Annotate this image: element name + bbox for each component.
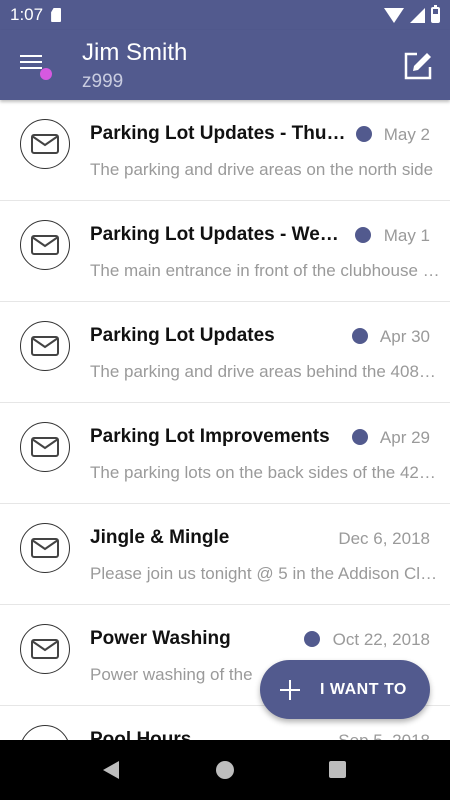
message-date: Apr 29 (379, 428, 430, 447)
message-date: May 2 (383, 125, 430, 144)
envelope-icon (20, 119, 70, 169)
unread-dot (352, 328, 368, 344)
message-title: Parking Lot Updates - Thursday (90, 123, 348, 144)
message-item[interactable]: Parking Lot Updates Apr 30 The parking a… (0, 302, 450, 403)
envelope-icon (20, 725, 70, 740)
message-date: Apr 30 (379, 327, 430, 346)
message-title: Pool Hours (90, 729, 192, 740)
battery-icon (431, 5, 440, 23)
sd-card-icon (51, 8, 62, 22)
message-preview: Power washing of the (90, 665, 253, 684)
envelope-icon (20, 321, 70, 371)
envelope-icon (20, 220, 70, 270)
user-name: Jim Smith (82, 39, 188, 66)
envelope-icon (20, 523, 70, 573)
status-icons (384, 5, 440, 23)
message-title: Jingle & Mingle (90, 527, 230, 548)
message-item[interactable]: Parking Lot Improvements Apr 29 The park… (0, 403, 450, 504)
message-preview: The parking and drive areas on the north… (90, 160, 434, 179)
back-icon[interactable] (103, 761, 119, 779)
unread-dot (352, 429, 368, 445)
status-bar: 1:07 (0, 0, 450, 30)
app-bar: Jim Smith z999 (0, 30, 450, 100)
envelope-icon (20, 624, 70, 674)
status-time: 1:07 (10, 5, 44, 24)
compose-icon (404, 52, 432, 80)
i-want-to-button[interactable]: I WANT TO (260, 660, 430, 719)
system-nav-bar (0, 740, 450, 800)
compose-button[interactable] (402, 50, 434, 82)
message-title: Parking Lot Updates - Wednesday (90, 224, 348, 245)
home-icon[interactable] (216, 761, 234, 779)
menu-icon (20, 55, 42, 57)
message-title: Parking Lot Improvements (90, 426, 330, 447)
message-date: May 1 (383, 226, 430, 245)
message-date: Sep 5, 2018 (338, 731, 430, 740)
user-id: z999 (82, 71, 124, 92)
message-list[interactable]: Parking Lot Updates - Thursday May 2 The… (0, 100, 450, 740)
recents-icon[interactable] (329, 761, 346, 778)
message-preview: The main entrance in front of the clubho… (90, 261, 440, 280)
message-item[interactable]: Parking Lot Updates - Thursday May 2 The… (0, 100, 450, 201)
message-title: Parking Lot Updates (90, 325, 275, 346)
message-item[interactable]: Jingle & Mingle Dec 6, 2018 Please join … (0, 504, 450, 605)
signal-icon (410, 7, 425, 23)
menu-button[interactable] (20, 55, 52, 80)
message-date: Oct 22, 2018 (332, 630, 430, 649)
envelope-icon (20, 422, 70, 472)
unread-dot (355, 227, 371, 243)
notification-dot (40, 68, 52, 80)
fab-label: I WANT TO (320, 680, 407, 698)
unread-dot (356, 126, 372, 142)
message-item[interactable]: Parking Lot Updates - Wednesday May 1 Th… (0, 201, 450, 302)
wifi-icon (384, 7, 404, 23)
message-preview: The parking and drive areas behind the 4… (90, 362, 440, 381)
message-date: Dec 6, 2018 (338, 529, 430, 548)
plus-icon (280, 679, 300, 700)
unread-dot (304, 631, 320, 647)
message-preview: Please join us tonight @ 5 in the Addiso… (90, 564, 440, 583)
message-preview: The parking lots on the back sides of th… (90, 463, 440, 482)
